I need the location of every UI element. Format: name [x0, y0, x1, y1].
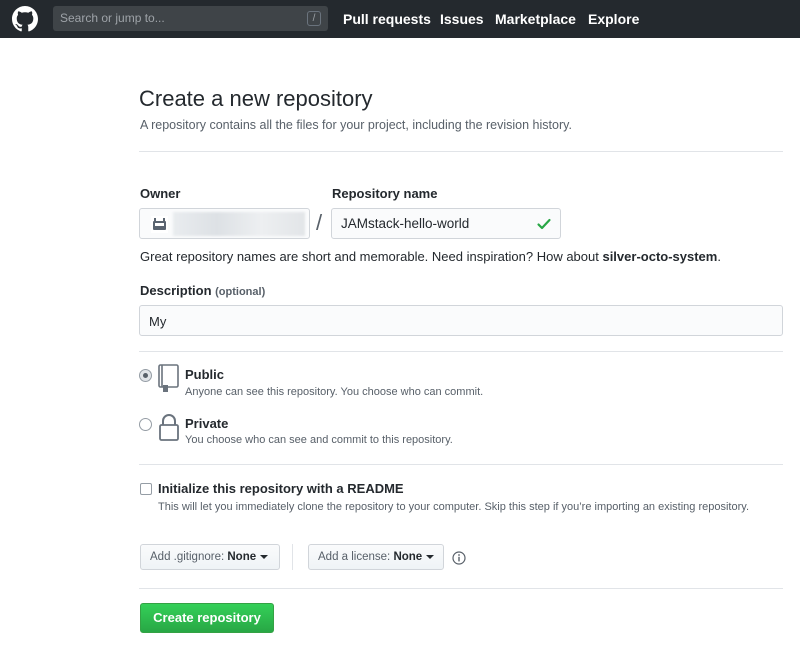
description-input[interactable]: My — [139, 305, 783, 336]
create-repository-button[interactable]: Create repository — [140, 603, 274, 633]
page-title: Create a new repository — [139, 86, 373, 111]
top-header: Search or jump to... / Pull requests Iss… — [0, 0, 800, 38]
gitignore-dropdown[interactable]: Add .gitignore: None — [140, 544, 280, 570]
divider — [139, 151, 783, 152]
optional-tag: (optional) — [215, 286, 266, 298]
search-shortcut-key: / — [307, 11, 321, 26]
github-logo-icon[interactable] — [12, 6, 38, 32]
suggested-name[interactable]: silver-octo-system — [602, 249, 717, 264]
public-title: Public — [185, 367, 225, 382]
search-placeholder: Search or jump to... — [60, 11, 165, 25]
repo-name-input[interactable]: JAMstack-hello-world — [331, 208, 561, 239]
nav-marketplace[interactable]: Marketplace — [495, 11, 576, 27]
nav-pull-requests[interactable]: Pull requests — [343, 11, 431, 27]
owner-select[interactable] — [139, 208, 310, 239]
description-label: Description (optional) — [140, 283, 266, 298]
readme-desc: This will let you immediately clone the … — [158, 501, 749, 513]
lock-icon — [159, 414, 179, 441]
caret-down-icon — [426, 554, 435, 559]
search-input[interactable]: Search or jump to... / — [53, 6, 328, 31]
nav-issues[interactable]: Issues — [440, 11, 484, 27]
nav-explore[interactable]: Explore — [588, 11, 639, 27]
repo-name-label: Repository name — [332, 186, 438, 201]
owner-repo-separator: / — [316, 210, 323, 235]
repo-name-hint: Great repository names are short and mem… — [140, 249, 721, 264]
private-desc: You choose who can see and commit to thi… — [185, 434, 453, 446]
info-icon[interactable] — [452, 551, 466, 565]
owner-avatar-icon — [151, 216, 168, 233]
owner-label: Owner — [140, 186, 181, 201]
readme-checkbox[interactable] — [140, 483, 152, 495]
public-desc: Anyone can see this repository. You choo… — [185, 386, 484, 398]
divider — [139, 351, 783, 352]
public-radio[interactable] — [139, 369, 152, 382]
vertical-separator — [292, 544, 293, 570]
repo-name-value: JAMstack-hello-world — [341, 216, 470, 231]
divider — [139, 464, 783, 465]
license-dropdown[interactable]: Add a license: None — [308, 544, 444, 570]
check-icon — [537, 218, 551, 230]
owner-name-redacted — [173, 212, 305, 236]
caret-down-icon — [260, 554, 269, 559]
page-subtitle: A repository contains all the files for … — [140, 118, 572, 132]
description-value: My — [149, 314, 167, 329]
repo-book-icon — [158, 364, 179, 392]
private-radio[interactable] — [139, 418, 152, 431]
private-title: Private — [185, 416, 229, 431]
divider — [139, 588, 783, 589]
readme-title: Initialize this repository with a README — [158, 481, 404, 496]
